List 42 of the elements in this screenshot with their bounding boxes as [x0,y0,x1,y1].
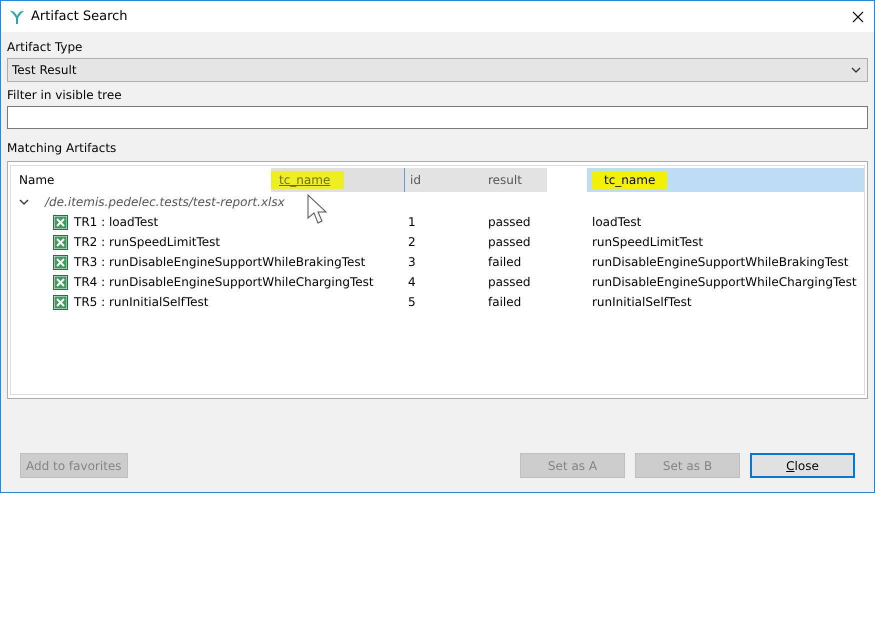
column-header[interactable]: id [403,168,483,192]
section-label: Matching Artifacts [7,140,118,157]
tree-item[interactable]: TR1 : loadTest [74,215,158,229]
tree-item[interactable]: TR3 : runDisableEngineSupportWhileBrakingTest [74,255,366,269]
table-cell-text: runSpeedLimitTest [591,235,704,249]
table-cell-text: runDisableEngineSupportWhileChargingTest [591,275,858,289]
table-cell-text: 2 [407,235,417,249]
table-cell-text: passed [487,215,532,229]
spreadsheet-icon [53,274,68,290]
field-label: Artifact Type [7,39,84,56]
window-title: Artifact Search [31,9,129,24]
spreadsheet-icon [53,214,68,230]
table-cell-text: failed [487,255,522,269]
table-cell-text: 1 [407,215,417,229]
table-cell-text: failed [487,295,522,309]
tree-item[interactable]: TR5 : runInitialSelfTest [74,295,209,309]
tree-item[interactable]: TR4 : runDisableEngineSupportWhileChargingTest [74,275,374,289]
chevron-icon[interactable] [851,66,861,74]
app-logo-icon [9,8,25,24]
spreadsheet-icon [53,234,68,250]
mouse-pointer-icon [307,194,329,226]
dialog-button[interactable]: Close [750,453,855,478]
filter-field[interactable] [7,106,868,129]
dragged-column-header: tc_name [271,168,404,192]
tree-item[interactable]: /de.itemis.pedelec.tests/test-report.xlsx [45,195,285,209]
table-cell-text: 4 [407,275,417,289]
table-cell-text: 3 [407,255,417,269]
table-cell-text: runDisableEngineSupportWhileBrakingTest [591,255,850,269]
table-cell-text: passed [487,235,532,249]
table-cell-text: passed [487,275,532,289]
table-cell-text: 5 [407,295,417,309]
expand-chevron-icon[interactable] [19,198,29,206]
column-header[interactable]: tc_name [587,168,864,192]
column-header[interactable]: result [483,168,547,192]
tree-item[interactable]: TR2 : runSpeedLimitTest [74,235,220,249]
field-label: Filter in visible tree [7,87,123,104]
table-cell-text: loadTest [591,215,642,229]
close-icon[interactable] [852,10,864,22]
spreadsheet-icon [53,294,68,310]
spreadsheet-icon [53,254,68,270]
artifact-type-dropdown[interactable]: Test Result [7,58,868,82]
table-cell-text: runInitialSelfTest [591,295,693,309]
